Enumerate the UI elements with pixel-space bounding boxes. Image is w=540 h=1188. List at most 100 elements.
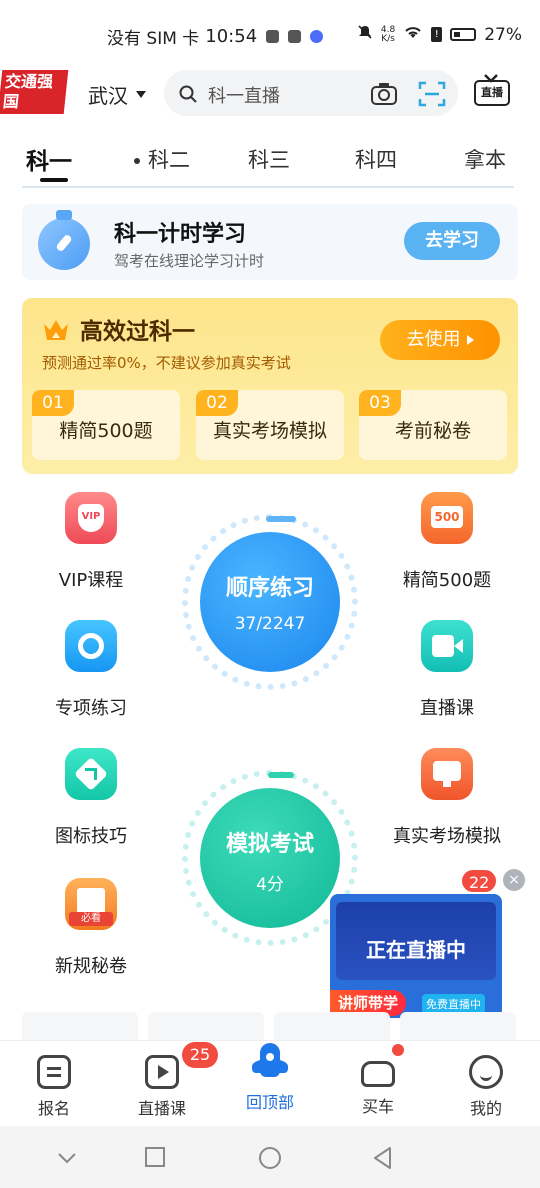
timer-subtitle: 驾考在线理论学习计时 (114, 252, 265, 270)
status-right: 4.8 K/s ! 27% (357, 24, 522, 45)
feature-label: 真实考场模拟 (393, 826, 501, 847)
nav-label: 我的 (469, 1099, 502, 1118)
nav-label: 买车 (361, 1097, 394, 1116)
feature-label: VIP课程 (58, 570, 124, 591)
tv-label: 直播 (474, 80, 510, 106)
recent-apps-icon[interactable] (144, 1146, 166, 1172)
sequence-progress: 37/2247 (234, 614, 306, 634)
nav-label: 回顶部 (245, 1093, 294, 1112)
app-header: 交通强国 武汉 科一直播 直播 (0, 66, 540, 120)
feature-label: 专项练习 (55, 698, 127, 719)
close-icon[interactable]: × (503, 869, 525, 891)
feature-vip-course[interactable]: VIP VIP课程 (16, 492, 166, 592)
city-label: 武汉 (88, 84, 128, 108)
live-count-badge: 22 (460, 868, 499, 894)
feature-live-course[interactable]: 直播课 (372, 620, 522, 720)
signup-icon (37, 1055, 71, 1089)
nav-signup[interactable]: 报名 (0, 1041, 108, 1127)
nav-me[interactable]: 我的 (432, 1041, 540, 1127)
study-timer-card[interactable]: 科一计时学习 驾考在线理论学习计时 去学习 (22, 204, 518, 280)
caret-down-icon (136, 91, 146, 98)
sequence-title: 顺序练习 (225, 576, 314, 601)
home-icon[interactable] (258, 1146, 282, 1174)
play-arrow-icon (466, 335, 474, 345)
subject-tabs: 科一 科二 科三 科四 拿本 (0, 138, 540, 188)
progress-arc (266, 516, 296, 522)
free-live-tag: 免费直播中 (422, 994, 485, 1014)
feature-label: 精简500题 (402, 570, 492, 591)
feature-label: 新规秘卷 (55, 956, 127, 977)
video-camera-icon (421, 620, 473, 672)
road-sign-icon (65, 748, 117, 800)
live-tv-button[interactable]: 直播 (472, 74, 512, 110)
now-live-text: 正在直播中 (366, 938, 466, 962)
search-placeholder: 科一直播 (208, 86, 280, 107)
carrier-text: 没有 SIM 卡 (107, 29, 200, 49)
pass-item-label: 真实考场模拟 (212, 420, 327, 442)
mock-score: 4分 (256, 875, 284, 895)
tv-play-icon (145, 1055, 179, 1089)
crown-icon (42, 318, 70, 346)
chevron-down-icon[interactable] (56, 1146, 78, 1172)
feature-new-rules-paper[interactable]: 必看 新规秘卷 (16, 878, 166, 978)
pass-subtitle: 预测通过率0%，不建议参加真实考试 (42, 354, 291, 372)
vip-icon: VIP (65, 492, 117, 544)
nav-back-to-top[interactable]: 回顶部 (216, 1041, 324, 1127)
alert-icon: ! (431, 27, 443, 42)
promo-logo[interactable]: 交通强国 (0, 70, 69, 114)
nav-buy-car[interactable]: 买车 (324, 1041, 432, 1127)
search-bar[interactable]: 科一直播 (164, 70, 458, 116)
feature-real-exam-sim[interactable]: 真实考场模拟 (372, 748, 522, 848)
500-tag-icon: 500 (421, 492, 473, 544)
feature-sign-tips[interactable]: 图标技巧 (16, 748, 166, 848)
live-course-badge: 25 (182, 1042, 218, 1068)
smiley-icon (469, 1055, 503, 1089)
clock: 10:54 (205, 26, 258, 47)
tab-get-license[interactable]: 拿本 (464, 144, 506, 174)
battery-percent: 27% (484, 24, 522, 45)
feature-label: 图标技巧 (55, 826, 127, 847)
tab-ke1[interactable]: 科一 (26, 142, 72, 176)
target-icon (65, 620, 117, 672)
pass-item-label: 精简500题 (59, 420, 153, 442)
rocket-icon (252, 1043, 288, 1083)
system-nav-bar (0, 1126, 540, 1188)
tab-ke4[interactable]: 科四 (355, 144, 397, 174)
timer-title: 科一计时学习 (114, 222, 247, 247)
city-selector[interactable]: 武汉 (88, 80, 146, 109)
unread-dot (134, 158, 140, 164)
tab-indicator (40, 178, 68, 182)
bottom-nav: 报名 直播课 回顶部 买车 我的 (0, 1040, 540, 1126)
status-bar: 没有 SIM 卡 10:54 4.8 K/s ! 27% (0, 0, 540, 64)
sequence-practice-button[interactable]: 顺序练习 37/2247 (182, 514, 358, 690)
mail-icon (288, 30, 302, 43)
live-floating-card[interactable]: 正在直播中 讲师带学 免费直播中 (330, 894, 502, 1018)
mute-bell-icon (357, 24, 373, 45)
car-icon (361, 1061, 395, 1087)
scan-icon[interactable] (418, 80, 446, 112)
pass-item-secret-paper[interactable]: 03 考前秘卷 (359, 390, 507, 460)
feature-special-practice[interactable]: 专项练习 (16, 620, 166, 720)
pass-item-simulation[interactable]: 02 真实考场模拟 (196, 390, 344, 460)
mock-title: 模拟考试 (225, 832, 314, 857)
nav-label: 直播课 (137, 1099, 186, 1118)
wifi-icon (403, 24, 423, 45)
efficient-pass-card: 高效过科一 预测通过率0%，不建议参加真实考试 去使用 01 精简500题 02… (22, 298, 518, 474)
stopwatch-icon (38, 210, 90, 270)
sequence-core: 顺序练习 37/2247 (200, 532, 340, 672)
net-speed: 4.8 K/s (380, 24, 396, 44)
go-study-button[interactable]: 去学习 (404, 222, 500, 260)
feature-essential-500[interactable]: 500 精简500题 (372, 492, 522, 592)
use-now-button[interactable]: 去使用 (380, 320, 500, 360)
back-icon[interactable] (372, 1146, 394, 1174)
camera-icon[interactable] (370, 82, 398, 110)
tab-ke3[interactable]: 科三 (248, 144, 290, 174)
pass-item-label: 考前秘卷 (394, 420, 471, 442)
pass-item-500[interactable]: 01 精简500题 (32, 390, 180, 460)
feature-label: 直播课 (420, 698, 474, 719)
buy-car-dot (392, 1044, 404, 1056)
notification-icon (266, 30, 280, 43)
checklist-icon: 必看 (65, 878, 117, 930)
progress-arc (268, 772, 294, 778)
tab-ke2[interactable]: 科二 (134, 144, 190, 174)
